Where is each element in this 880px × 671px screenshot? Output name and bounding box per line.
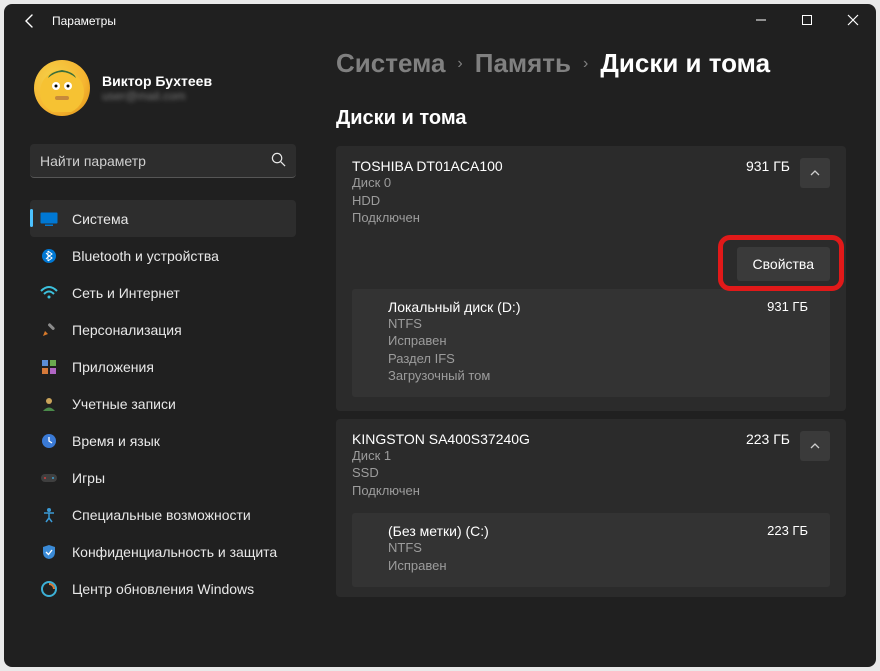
nav-item-apps[interactable]: Приложения: [30, 348, 296, 385]
nav-item-gaming[interactable]: Игры: [30, 459, 296, 496]
nav-label: Время и язык: [72, 433, 160, 449]
disk-card-0: TOSHIBA DT01ACA100 Диск 0 HDD Подключен …: [336, 146, 846, 411]
content-area: Система › Память › Диски и тома Диски и …: [306, 38, 876, 667]
disk-model: TOSHIBA DT01ACA100: [352, 158, 746, 174]
volume-boot: Загрузочный том: [388, 367, 755, 385]
volume-size: 931 ГБ: [767, 299, 808, 314]
disk-header[interactable]: KINGSTON SA400S37240G Диск 1 SSD Подключ…: [352, 431, 830, 500]
breadcrumb: Система › Память › Диски и тома: [336, 48, 846, 79]
disk-type: SSD: [352, 464, 746, 482]
crumb-current: Диски и тома: [600, 48, 770, 79]
crumb-system[interactable]: Система: [336, 48, 445, 79]
titlebar: Параметры: [4, 4, 876, 38]
nav-label: Bluetooth и устройства: [72, 248, 219, 264]
nav-item-windows-update[interactable]: Центр обновления Windows: [30, 570, 296, 607]
nav-item-personalization[interactable]: Персонализация: [30, 311, 296, 348]
wifi-icon: [40, 284, 58, 302]
user-email: user@mail.com: [102, 89, 212, 103]
volume-partition: Раздел IFS: [388, 350, 755, 368]
time-icon: [40, 432, 58, 450]
user-block[interactable]: Виктор Бухтеев user@mail.com: [30, 60, 296, 116]
collapse-button[interactable]: [800, 431, 830, 461]
disk-status: Подключен: [352, 209, 746, 227]
user-name: Виктор Бухтеев: [102, 73, 212, 89]
games-icon: [40, 469, 58, 487]
volume-name: (Без метки) (C:): [388, 523, 755, 539]
disk-number: Диск 0: [352, 174, 746, 192]
sidebar: Виктор Бухтеев user@mail.com Система Blu…: [4, 38, 306, 667]
nav-label: Учетные записи: [72, 396, 176, 412]
disk-model: KINGSTON SA400S37240G: [352, 431, 746, 447]
properties-button[interactable]: Свойства: [737, 247, 830, 281]
nav-item-privacy[interactable]: Конфиденциальность и защита: [30, 533, 296, 570]
nav-item-network[interactable]: Сеть и Интернет: [30, 274, 296, 311]
avatar: [34, 60, 90, 116]
window-title: Параметры: [48, 14, 116, 28]
search-box[interactable]: [30, 144, 296, 178]
nav-item-time-language[interactable]: Время и язык: [30, 422, 296, 459]
nav-list: Система Bluetooth и устройства Сеть и Ин…: [30, 200, 296, 607]
chevron-right-icon: ›: [457, 55, 462, 73]
accessibility-icon: [40, 506, 58, 524]
apps-icon: [40, 358, 58, 376]
disk-header[interactable]: TOSHIBA DT01ACA100 Диск 0 HDD Подключен …: [352, 158, 830, 227]
brush-icon: [40, 321, 58, 339]
chevron-up-icon: [809, 440, 821, 452]
disk-card-1: KINGSTON SA400S37240G Диск 1 SSD Подключ…: [336, 419, 846, 597]
nav-label: Приложения: [72, 359, 154, 375]
chevron-right-icon: ›: [583, 55, 588, 73]
bluetooth-icon: [40, 247, 58, 265]
chevron-up-icon: [809, 167, 821, 179]
nav-item-accounts[interactable]: Учетные записи: [30, 385, 296, 422]
volume-card[interactable]: Локальный диск (D:) NTFS Исправен Раздел…: [352, 289, 830, 397]
nav-label: Сеть и Интернет: [72, 285, 180, 301]
search-icon: [271, 152, 286, 170]
nav-item-bluetooth[interactable]: Bluetooth и устройства: [30, 237, 296, 274]
disk-type: HDD: [352, 192, 746, 210]
disk-status: Подключен: [352, 482, 746, 500]
nav-label: Персонализация: [72, 322, 182, 338]
volume-fs: NTFS: [388, 539, 755, 557]
update-icon: [40, 580, 58, 598]
volume-health: Исправен: [388, 557, 755, 575]
nav-item-system[interactable]: Система: [30, 200, 296, 237]
crumb-memory[interactable]: Память: [475, 48, 571, 79]
nav-item-accessibility[interactable]: Специальные возможности: [30, 496, 296, 533]
search-input[interactable]: [40, 153, 271, 169]
volume-name: Локальный диск (D:): [388, 299, 755, 315]
nav-label: Система: [72, 211, 128, 227]
monitor-icon: [40, 210, 58, 228]
privacy-icon: [40, 543, 58, 561]
volume-fs: NTFS: [388, 315, 755, 333]
volume-health: Исправен: [388, 332, 755, 350]
minimize-button[interactable]: [738, 4, 784, 36]
nav-label: Конфиденциальность и защита: [72, 544, 277, 560]
close-button[interactable]: [830, 4, 876, 36]
account-icon: [40, 395, 58, 413]
maximize-button[interactable]: [784, 4, 830, 36]
disk-number: Диск 1: [352, 447, 746, 465]
collapse-button[interactable]: [800, 158, 830, 188]
settings-window: Параметры Виктор Бухтеев user@mail.com: [4, 4, 876, 667]
volume-card[interactable]: (Без метки) (C:) NTFS Исправен 223 ГБ: [352, 513, 830, 586]
disk-size: 223 ГБ: [746, 431, 790, 447]
nav-label: Центр обновления Windows: [72, 581, 254, 597]
back-button[interactable]: [12, 13, 48, 29]
nav-label: Игры: [72, 470, 105, 486]
page-title: Диски и тома: [336, 107, 846, 130]
disk-size: 931 ГБ: [746, 158, 790, 174]
nav-label: Специальные возможности: [72, 507, 251, 523]
volume-size: 223 ГБ: [767, 523, 808, 538]
